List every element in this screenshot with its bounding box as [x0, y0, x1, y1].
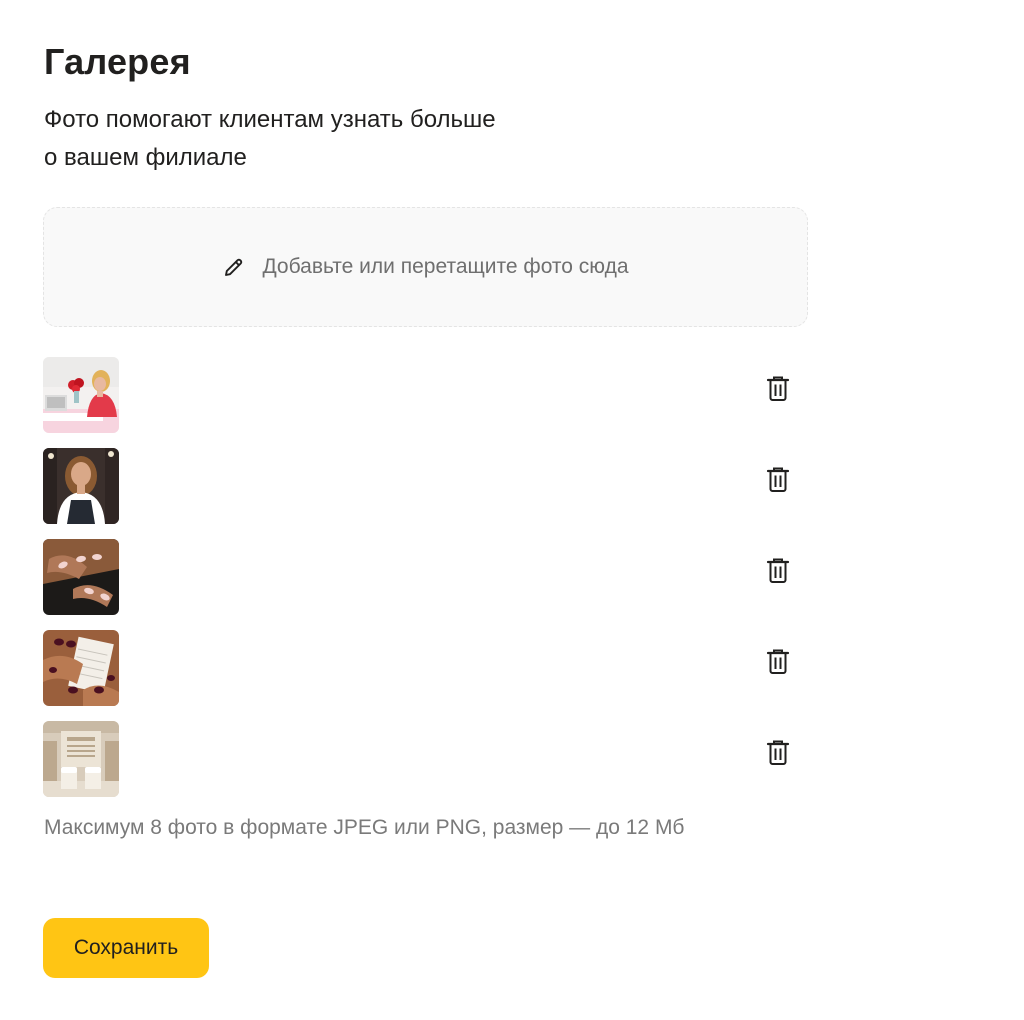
trash-icon	[766, 467, 790, 492]
delete-photo-button[interactable]	[765, 466, 791, 494]
photo-thumbnail[interactable]	[43, 357, 119, 433]
photo-list	[43, 357, 808, 812]
trash-icon	[766, 649, 790, 674]
upload-limits-note: Максимум 8 фото в формате JPEG или PNG, …	[44, 816, 685, 839]
photo-thumbnail[interactable]	[43, 539, 119, 615]
delete-photo-button[interactable]	[765, 739, 791, 767]
page-title: Галерея	[44, 41, 191, 82]
pencil-icon	[222, 255, 246, 279]
delete-photo-button[interactable]	[765, 557, 791, 585]
page-subtitle: Фото помогают клиентам узнать больше о в…	[44, 101, 496, 177]
photo-item	[43, 630, 808, 706]
subtitle-line-2: о вашем филиале	[44, 144, 247, 171]
photo-item	[43, 721, 808, 797]
subtitle-line-1: Фото помогают клиентам узнать больше	[44, 106, 496, 133]
photo-item	[43, 539, 808, 615]
dropzone-label: Добавьте или перетащите фото сюда	[262, 255, 629, 278]
trash-icon	[766, 558, 790, 583]
photo-item	[43, 357, 808, 433]
photo-thumbnail[interactable]	[43, 448, 119, 524]
photo-thumbnail[interactable]	[43, 630, 119, 706]
trash-icon	[766, 740, 790, 765]
photo-upload-dropzone[interactable]: Добавьте или перетащите фото сюда	[43, 207, 808, 327]
save-button[interactable]: Сохранить	[43, 918, 209, 978]
delete-photo-button[interactable]	[765, 375, 791, 403]
photo-thumbnail[interactable]	[43, 721, 119, 797]
gallery-page: Галерея Фото помогают клиентам узнать бо…	[0, 0, 1024, 1020]
trash-icon	[766, 376, 790, 401]
delete-photo-button[interactable]	[765, 648, 791, 676]
photo-item	[43, 448, 808, 524]
